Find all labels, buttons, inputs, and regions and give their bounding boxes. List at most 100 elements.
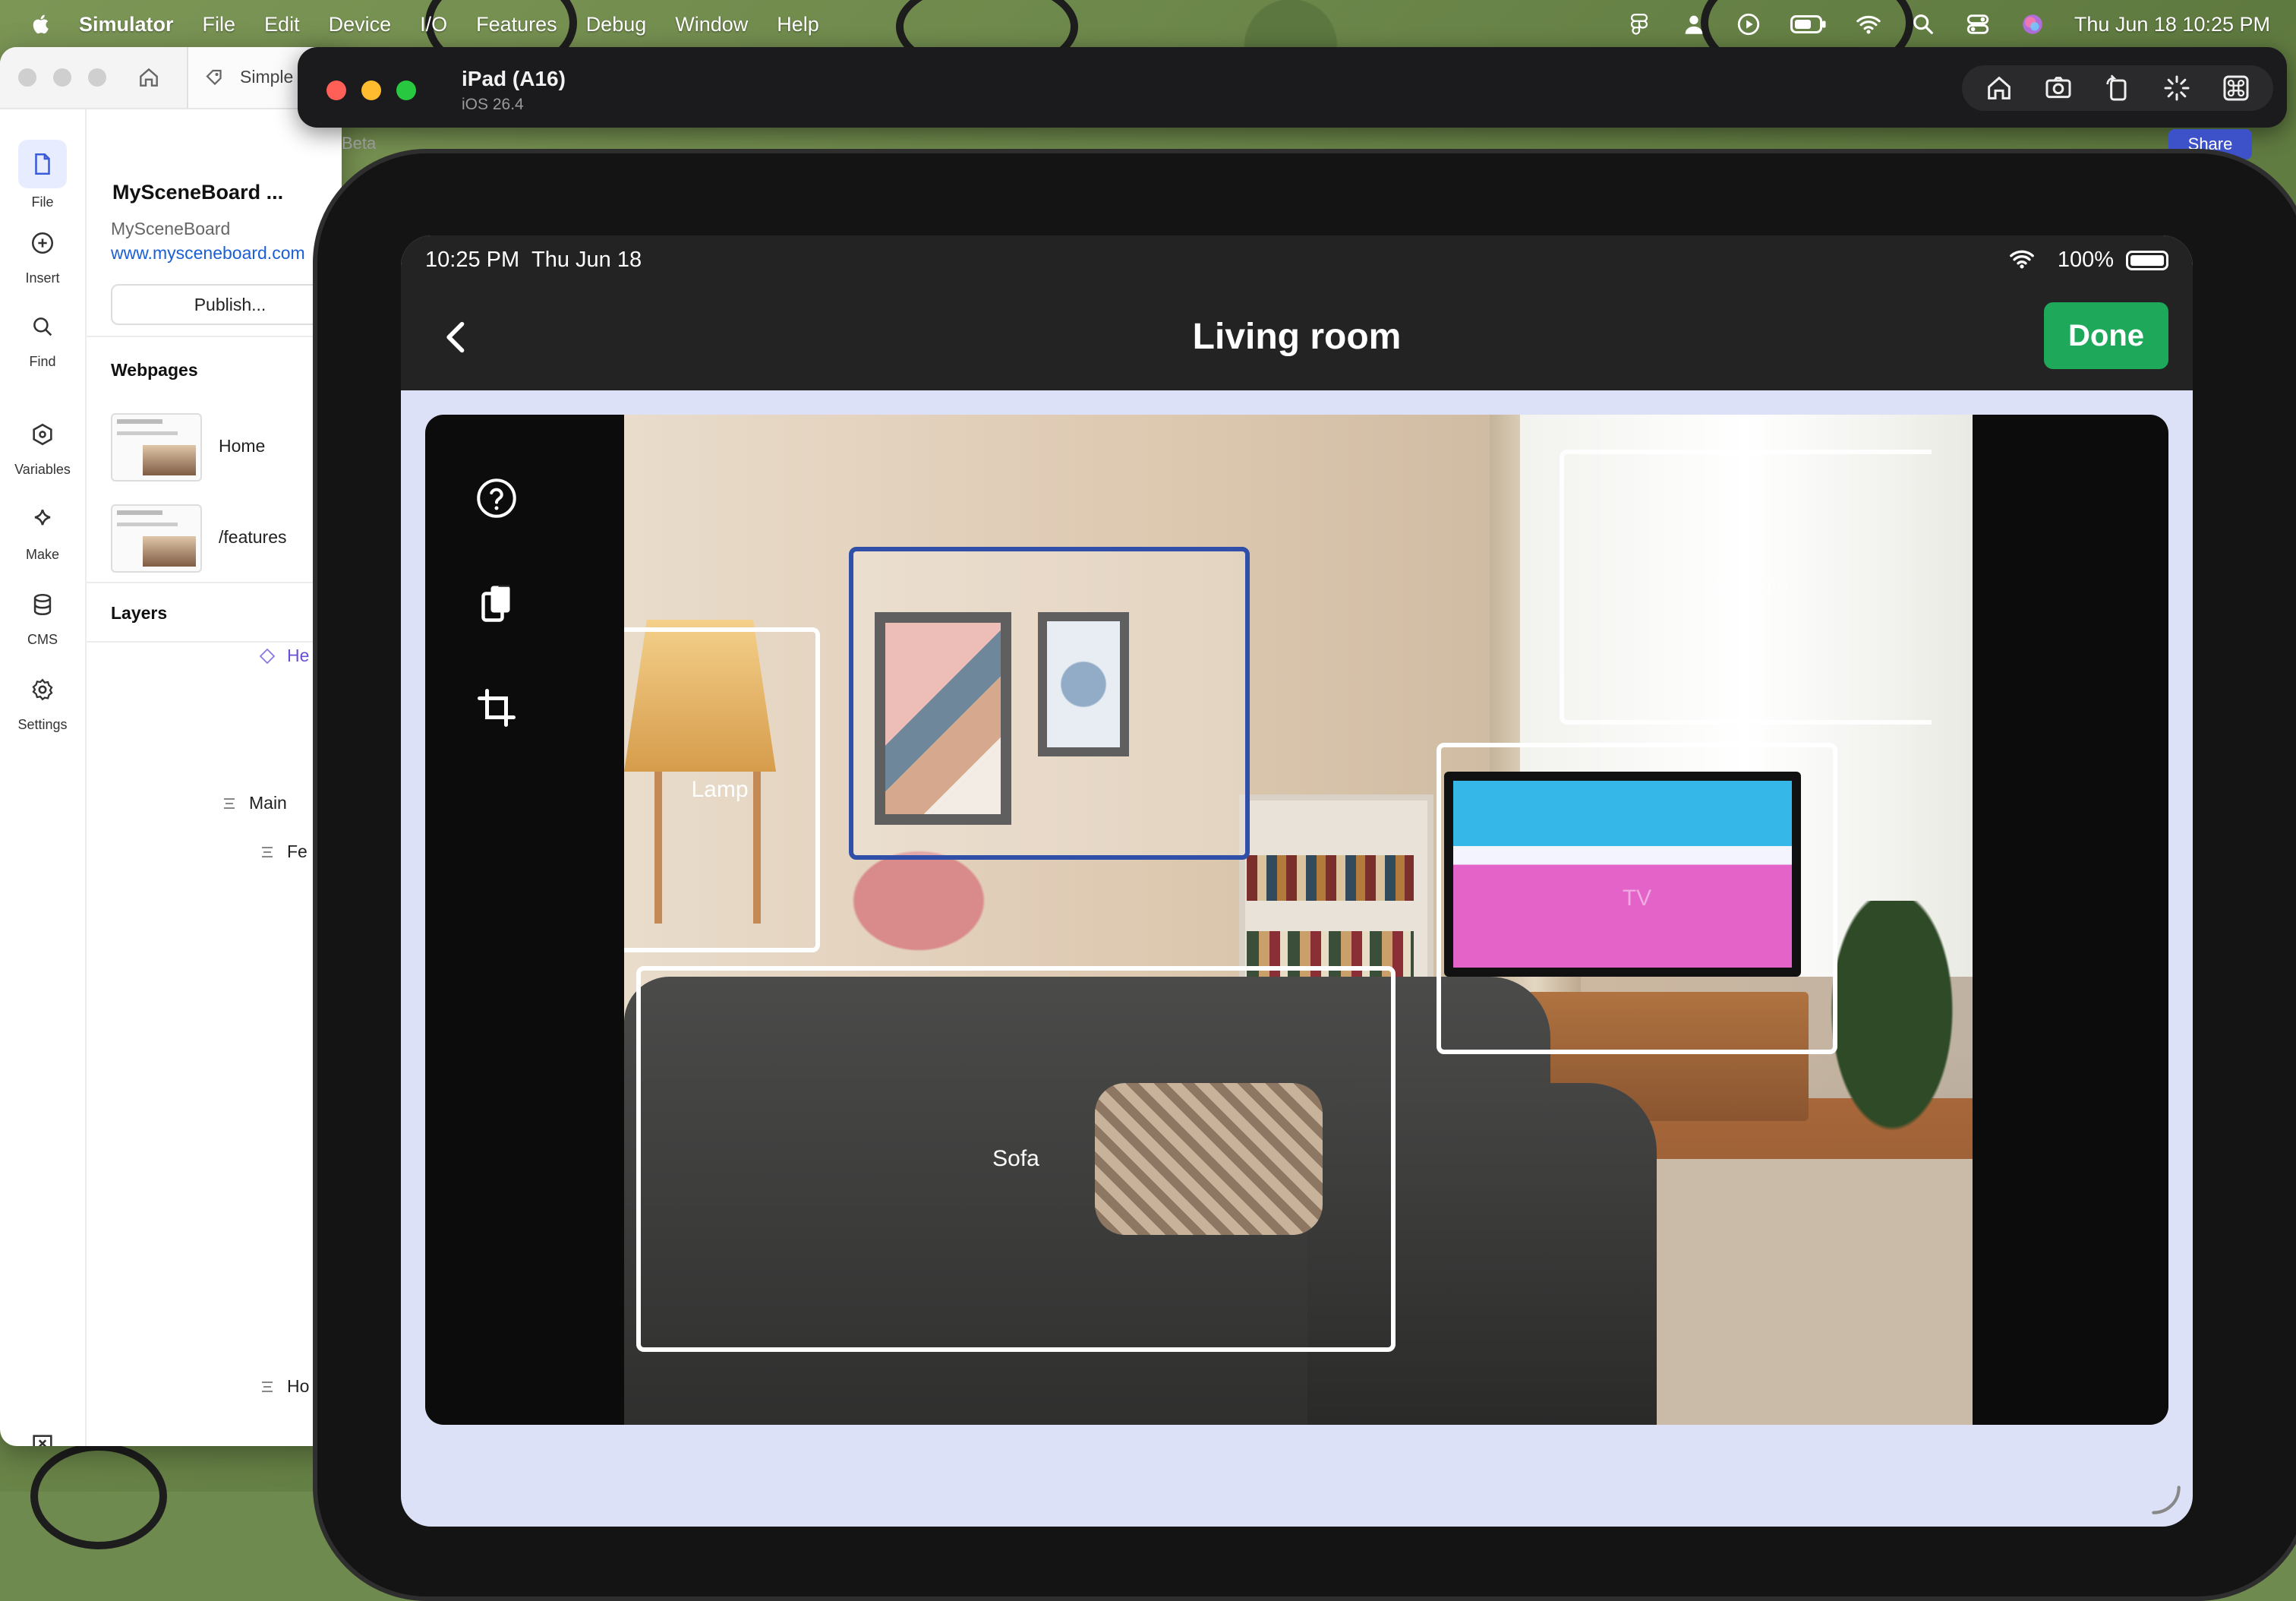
annotation-label: Lamp bbox=[691, 777, 749, 802]
menu-bar: Simulator File Edit Device I/O Features … bbox=[0, 0, 2296, 49]
menu-io[interactable]: I/O bbox=[420, 13, 447, 36]
stack-icon bbox=[258, 1378, 276, 1396]
page-item-features[interactable]: /features bbox=[111, 504, 342, 573]
device-name: iPad (A16) bbox=[462, 67, 566, 90]
annotation-label: TV bbox=[1622, 886, 1652, 911]
rail-file-label: File bbox=[31, 194, 54, 210]
page-thumbnail bbox=[111, 504, 202, 573]
screen-title: Living room bbox=[1192, 317, 1402, 357]
window-close-button[interactable] bbox=[18, 68, 36, 87]
image-annotation-editor: Lamp Window TV Sofa bbox=[425, 415, 2168, 1425]
site-title[interactable]: MySceneBoard ... bbox=[112, 181, 283, 204]
annotation-box-lamp[interactable]: Lamp bbox=[624, 627, 820, 952]
layer-row[interactable]: Ho bbox=[258, 1376, 309, 1397]
menu-features[interactable]: Features bbox=[476, 13, 557, 36]
simulator-zoom-button[interactable] bbox=[396, 81, 416, 100]
user-icon[interactable] bbox=[1681, 11, 1707, 37]
play-circle-icon[interactable] bbox=[1736, 11, 1761, 37]
menu-file[interactable]: File bbox=[203, 13, 236, 36]
beta-badge: Beta bbox=[342, 134, 377, 153]
menubar-status-area: Thu Jun 18 10:25 PM bbox=[1626, 0, 2270, 49]
copy-icon[interactable] bbox=[474, 580, 519, 626]
window-zoom-button[interactable] bbox=[88, 68, 106, 87]
rail-settings[interactable]: Settings bbox=[0, 668, 85, 733]
simulator-close-button[interactable] bbox=[326, 81, 346, 100]
make-icon bbox=[18, 498, 67, 541]
home-icon[interactable] bbox=[137, 65, 161, 90]
layer-row[interactable]: He bbox=[258, 646, 309, 666]
editor-toolbar bbox=[425, 415, 624, 1425]
menu-window[interactable]: Window bbox=[675, 13, 748, 36]
rail-insert[interactable]: Insert bbox=[0, 222, 85, 286]
siri-icon[interactable] bbox=[2020, 11, 2045, 37]
done-button[interactable]: Done bbox=[2044, 302, 2168, 369]
battery-icon[interactable] bbox=[1790, 11, 1827, 37]
site-name: MySceneBoard bbox=[111, 219, 231, 238]
rail-file[interactable]: File bbox=[0, 140, 85, 210]
living-room-photo[interactable]: Lamp Window TV Sofa bbox=[624, 415, 1973, 1425]
layers-section-title: Layers bbox=[111, 603, 168, 623]
navigation-bar: Living room Done bbox=[401, 284, 2193, 390]
layer-label: Fe bbox=[287, 842, 308, 861]
menu-debug[interactable]: Debug bbox=[586, 13, 647, 36]
annotation-box-tv[interactable]: TV bbox=[1437, 743, 1837, 1054]
simulator-tools bbox=[1962, 65, 2273, 111]
menu-device[interactable]: Device bbox=[329, 13, 392, 36]
command-icon[interactable] bbox=[2206, 65, 2266, 111]
annotation-box-artwork-selected[interactable] bbox=[849, 547, 1250, 860]
file-icon bbox=[18, 140, 67, 188]
home-icon[interactable] bbox=[1970, 65, 2029, 111]
site-url-link[interactable]: www.mysceneboard.com bbox=[111, 243, 305, 264]
left-rail: File Insert Find Variables Make CMS Sett… bbox=[0, 109, 87, 1446]
battery-percent: 100% bbox=[2057, 248, 2114, 272]
layer-row[interactable]: Main bbox=[220, 793, 287, 813]
publish-button[interactable]: Publish... bbox=[111, 284, 342, 325]
rail-feedback[interactable] bbox=[0, 1423, 85, 1446]
wifi-icon[interactable] bbox=[1856, 11, 1881, 37]
rotate-icon[interactable] bbox=[2088, 65, 2147, 111]
crop-icon[interactable] bbox=[474, 685, 519, 731]
status-time: 10:25 PM bbox=[425, 248, 520, 272]
photo-books bbox=[1247, 855, 1414, 901]
rail-cms[interactable]: CMS bbox=[0, 583, 85, 648]
variables-icon bbox=[18, 413, 67, 456]
menubar-clock[interactable]: Thu Jun 18 10:25 PM bbox=[2074, 13, 2270, 36]
rail-make[interactable]: Make bbox=[0, 498, 85, 563]
ios-status-bar: 10:25 PM Thu Jun 18 100% bbox=[401, 235, 2193, 284]
rail-make-label: Make bbox=[25, 547, 59, 562]
rail-cms-label: CMS bbox=[27, 632, 58, 647]
rail-find[interactable]: Find bbox=[0, 305, 85, 370]
feedback-icon bbox=[18, 1423, 67, 1446]
battery-icon bbox=[2126, 251, 2168, 270]
menu-app-name[interactable]: Simulator bbox=[79, 13, 174, 36]
apple-icon[interactable] bbox=[30, 11, 53, 37]
rail-variables-label: Variables bbox=[14, 462, 71, 477]
figma-icon[interactable] bbox=[1626, 11, 1652, 37]
annotation-box-window[interactable]: Window bbox=[1560, 450, 1932, 725]
control-center-icon[interactable] bbox=[1965, 11, 1991, 37]
menu-help[interactable]: Help bbox=[777, 13, 819, 36]
annotation-box-sofa[interactable]: Sofa bbox=[636, 966, 1396, 1352]
help-icon[interactable] bbox=[474, 475, 519, 521]
window-minimize-button[interactable] bbox=[53, 68, 71, 87]
rail-insert-label: Insert bbox=[25, 270, 60, 286]
layer-label: Ho bbox=[287, 1376, 310, 1396]
layer-row[interactable]: Fe bbox=[258, 842, 308, 862]
file-tab-label: Simple bbox=[240, 67, 294, 87]
shake-icon[interactable] bbox=[2147, 65, 2206, 111]
layer-label: Main bbox=[249, 793, 287, 813]
rail-find-label: Find bbox=[29, 354, 56, 369]
menu-edit[interactable]: Edit bbox=[264, 13, 300, 36]
page-label: /features bbox=[219, 527, 287, 547]
os-version: iOS 26.4 bbox=[462, 96, 524, 113]
simulator-minimize-button[interactable] bbox=[361, 81, 381, 100]
stack-icon bbox=[220, 794, 238, 813]
rail-variables[interactable]: Variables bbox=[0, 413, 85, 478]
webpages-section-title: Webpages bbox=[111, 360, 198, 380]
sites-editor-window: Simple File Insert Find Variables Make C… bbox=[0, 47, 342, 1446]
page-item-home[interactable]: Home bbox=[111, 413, 342, 482]
screenshot-icon[interactable] bbox=[2029, 65, 2088, 111]
stack-icon bbox=[258, 843, 276, 861]
search-icon[interactable] bbox=[1910, 11, 1936, 37]
site-panel: MySceneBoard ... MySceneBoard www.myscen… bbox=[87, 109, 342, 1446]
